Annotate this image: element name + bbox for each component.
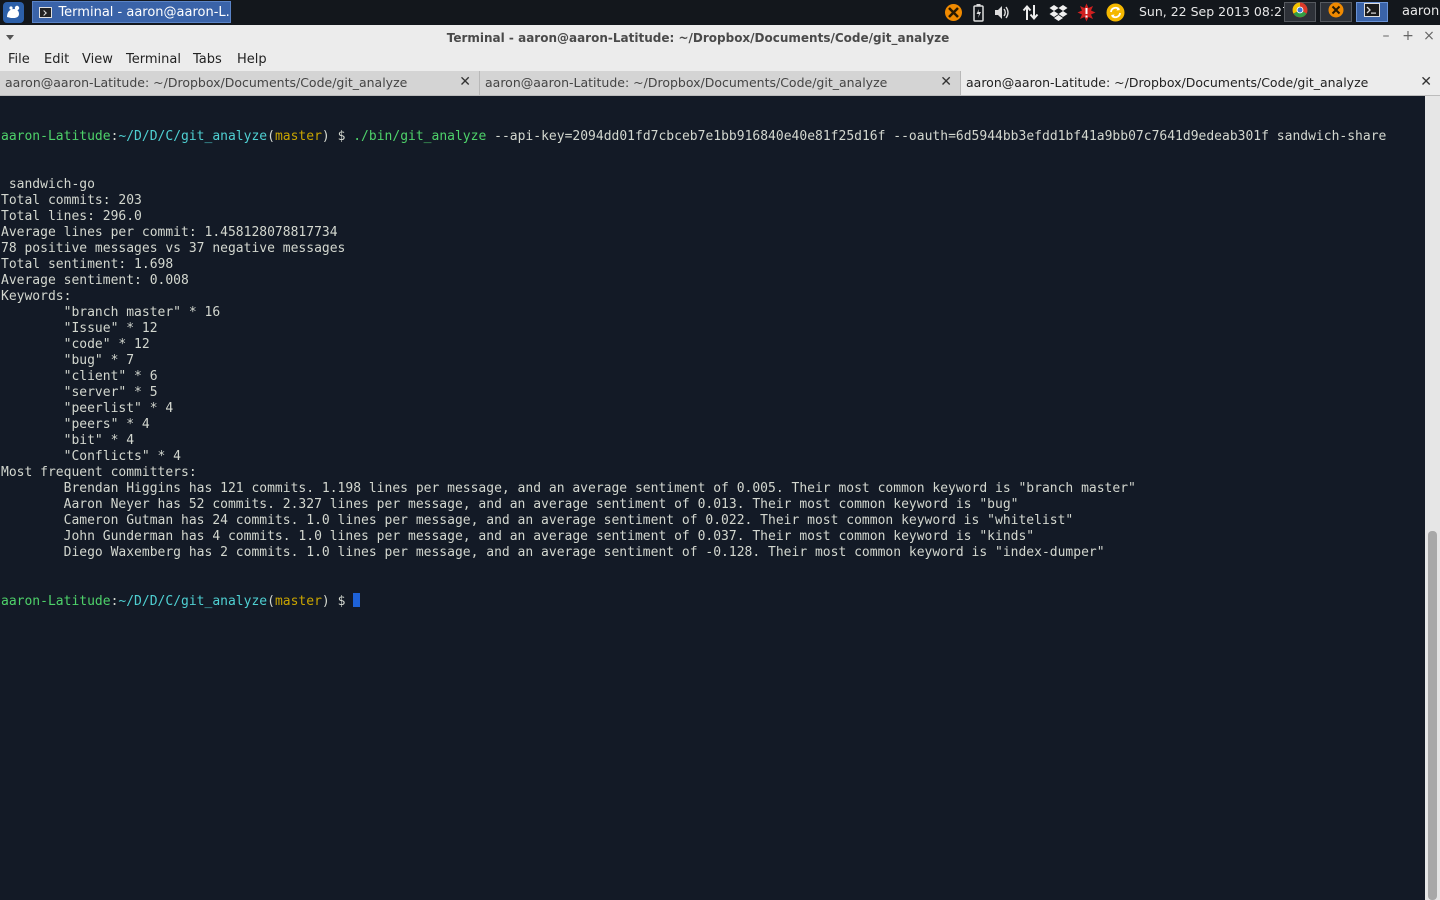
minimize-icon[interactable]: – xyxy=(1379,29,1393,43)
terminal-view[interactable]: aaron-Latitude:~/D/D/C/git_analyze(maste… xyxy=(0,96,1425,900)
prompt-branch: master xyxy=(274,594,322,609)
output-line: Total sentiment: 1.698 xyxy=(1,257,174,272)
output-line: Aaron Neyer has 52 commits. 2.327 lines … xyxy=(1,497,1019,512)
close-tab-icon[interactable]: ✕ xyxy=(1420,74,1432,90)
close-tab-icon[interactable]: ✕ xyxy=(940,74,952,90)
prompt-dollar: $ xyxy=(329,594,354,609)
prompt-branch-open: ( xyxy=(267,129,275,144)
crossover-icon xyxy=(1328,2,1344,22)
output-line: "Issue" * 12 xyxy=(1,321,158,336)
taskbar-button-terminal[interactable]: Terminal - aaron@aaron-L... xyxy=(32,1,231,23)
close-window-icon[interactable]: × xyxy=(1422,29,1436,43)
sync-icon[interactable] xyxy=(1106,3,1125,22)
battery-icon[interactable] xyxy=(969,3,988,22)
taskbar-button-label: Terminal - aaron@aaron-L... xyxy=(58,4,230,20)
prompt-dollar: $ xyxy=(329,129,354,144)
xfce-menu-icon[interactable] xyxy=(3,2,24,23)
menu-help[interactable]: Help xyxy=(237,52,267,67)
terminal-tab-2[interactable]: aaron@aaron-Latitude: ~/Dropbox/Document… xyxy=(480,71,961,95)
volume-icon[interactable] xyxy=(993,3,1012,22)
output-line: Diego Waxemberg has 2 commits. 1.0 lines… xyxy=(1,545,1105,560)
user-name[interactable]: aaron xyxy=(1402,4,1439,19)
prompt-branch: master xyxy=(274,129,322,144)
menubar: File Edit View Terminal Tabs Help xyxy=(0,50,1440,71)
prompt-path: ~/D/D/C/git_analyze xyxy=(118,129,268,144)
output-line: Most frequent committers: xyxy=(1,465,197,480)
window-titlebar[interactable]: Terminal - aaron@aaron-Latitude: ~/Dropb… xyxy=(0,25,1440,50)
prompt-branch-close: ) xyxy=(321,129,330,144)
output-line: "client" * 6 xyxy=(1,369,158,384)
window-title: Terminal - aaron@aaron-Latitude: ~/Dropb… xyxy=(446,31,950,45)
tab-bar: aaron@aaron-Latitude: ~/Dropbox/Document… xyxy=(0,71,1440,96)
output-line: "bit" * 4 xyxy=(1,433,135,448)
menu-terminal[interactable]: Terminal xyxy=(126,52,181,67)
output-line: Total lines: 296.0 xyxy=(1,209,142,224)
chrome-icon xyxy=(1292,2,1308,22)
top-panel: Terminal - aaron@aaron-L... Sun, 22 Sep … xyxy=(0,0,1440,25)
close-tab-icon[interactable]: ✕ xyxy=(459,74,471,90)
output-line: Average sentiment: 0.008 xyxy=(1,273,189,288)
output-line: 78 positive messages vs 37 negative mess… xyxy=(1,241,346,256)
output-line: "bug" * 7 xyxy=(1,353,135,368)
dropbox-icon[interactable] xyxy=(1049,3,1068,22)
output-line: Cameron Gutman has 24 commits. 1.0 lines… xyxy=(1,513,1074,528)
menu-edit[interactable]: Edit xyxy=(44,52,69,67)
terminal-icon xyxy=(39,6,53,18)
menu-view[interactable]: View xyxy=(82,52,113,67)
clock[interactable]: Sun, 22 Sep 2013 08:27 xyxy=(1139,4,1290,19)
tab-label: aaron@aaron-Latitude: ~/Dropbox/Document… xyxy=(5,75,408,90)
output-line: "branch master" * 16 xyxy=(1,305,221,320)
prompt-branch-close: ) xyxy=(321,594,330,609)
maximize-icon[interactable]: + xyxy=(1401,29,1415,43)
output-line: Brendan Higgins has 121 commits. 1.198 l… xyxy=(1,481,1136,496)
command-arguments: --api-key=2094dd01fd7cbceb7e1bb916840e40… xyxy=(486,129,1387,144)
terminal-scrollbar[interactable] xyxy=(1425,96,1440,900)
output-line: "peerlist" * 4 xyxy=(1,401,174,416)
network-icon[interactable] xyxy=(1021,3,1040,22)
scrollbar-thumb[interactable] xyxy=(1428,531,1437,900)
workspace-button-crossover[interactable] xyxy=(1320,2,1352,22)
crossover-icon[interactable] xyxy=(944,3,963,22)
active-prompt-line[interactable]: aaron-Latitude:~/D/D/C/git_analyze(maste… xyxy=(1,593,1425,609)
output-line: "peers" * 4 xyxy=(1,417,150,432)
workspace-button-chrome[interactable] xyxy=(1284,2,1316,22)
terminal-tab-1[interactable]: aaron@aaron-Latitude: ~/Dropbox/Document… xyxy=(0,71,480,95)
prompt-branch-open: ( xyxy=(267,594,275,609)
command-output: sandwich-go Total commits: 203 Total lines… xyxy=(1,177,1425,561)
prompt-host: aaron-Latitude xyxy=(1,594,111,609)
terminal-tab-3[interactable]: aaron@aaron-Latitude: ~/Dropbox/Document… xyxy=(961,71,1440,95)
update-notifier-icon[interactable] xyxy=(1077,3,1096,22)
output-line: sandwich-go xyxy=(1,177,95,192)
output-line: Keywords: xyxy=(1,289,72,304)
text-cursor xyxy=(353,593,361,607)
prompt-path: ~/D/D/C/git_analyze xyxy=(118,594,268,609)
prompt-host: aaron-Latitude xyxy=(1,129,111,144)
menu-tabs[interactable]: Tabs xyxy=(193,52,222,67)
command-executable: ./bin/git_analyze xyxy=(353,129,487,144)
command-line: aaron-Latitude:~/D/D/C/git_analyze(maste… xyxy=(1,129,1425,145)
output-line: Average lines per commit: 1.458128078817… xyxy=(1,225,338,240)
output-line: "code" * 12 xyxy=(1,337,150,352)
tab-label: aaron@aaron-Latitude: ~/Dropbox/Document… xyxy=(485,75,888,90)
menu-file[interactable]: File xyxy=(8,52,30,67)
tab-label: aaron@aaron-Latitude: ~/Dropbox/Document… xyxy=(966,75,1369,90)
workspace-button-terminal[interactable] xyxy=(1356,2,1388,22)
output-line: "server" * 5 xyxy=(1,385,158,400)
output-line: John Gunderman has 4 commits. 1.0 lines … xyxy=(1,529,1035,544)
output-line: Total commits: 203 xyxy=(1,193,142,208)
terminal-icon xyxy=(1364,3,1380,21)
output-line: "Conflicts" * 4 xyxy=(1,449,182,464)
